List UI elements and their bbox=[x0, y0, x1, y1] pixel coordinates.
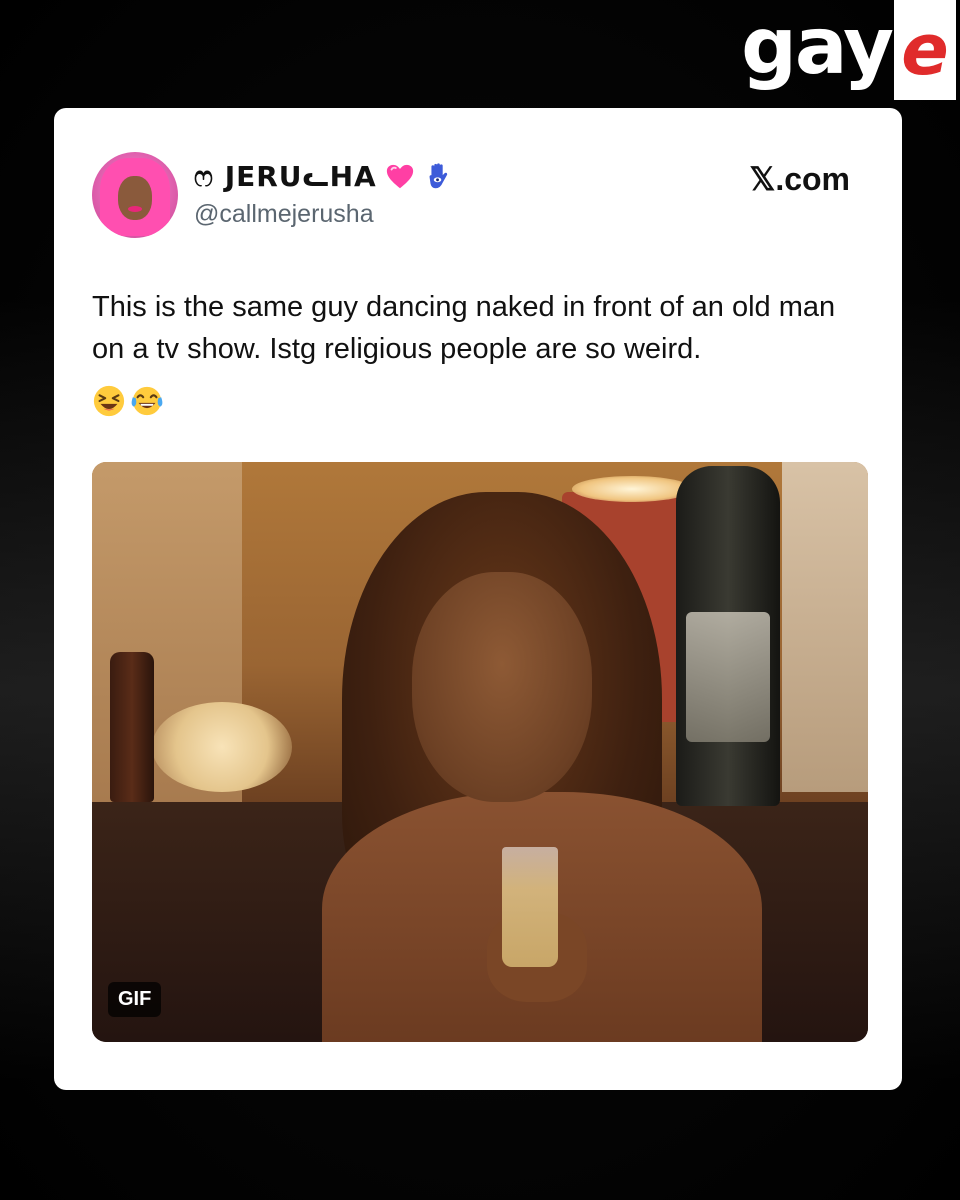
tweet-media-gif[interactable]: GIF bbox=[92, 462, 868, 1042]
media-person-face bbox=[412, 572, 592, 802]
display-name[interactable]: ෆ JERUᓚHA bbox=[194, 160, 377, 194]
avatar[interactable] bbox=[92, 152, 178, 238]
brand-logo-accent-box: e bbox=[894, 0, 956, 100]
media-ceiling-light bbox=[572, 476, 692, 502]
media-window bbox=[782, 462, 868, 792]
avatar-face bbox=[118, 176, 152, 220]
source-label: 𝕏.com bbox=[749, 161, 850, 197]
media-champagne-glass bbox=[502, 847, 558, 967]
post-image: gay e ෆ JERUᓚHA @callmejerusha 𝕏.com Thi… bbox=[0, 0, 960, 1200]
brand-logo-accent-letter: e bbox=[901, 9, 949, 91]
brand-logo: gay e bbox=[741, 0, 956, 100]
pink-heart-icon bbox=[386, 164, 413, 189]
author-handle[interactable]: @callmejerusha bbox=[194, 200, 374, 229]
author-name-row[interactable]: ෆ JERUᓚHA bbox=[194, 160, 453, 194]
hamsa-icon bbox=[429, 163, 447, 189]
laughing-squint-icon bbox=[93, 385, 125, 417]
emoji-row bbox=[92, 384, 164, 418]
avatar-lips bbox=[128, 206, 142, 212]
gif-badge: GIF bbox=[108, 982, 162, 1017]
media-bottle-label bbox=[686, 612, 770, 742]
media-small-bottle bbox=[110, 652, 154, 802]
tweet-card: ෆ JERUᓚHA @callmejerusha 𝕏.com This is t… bbox=[54, 108, 902, 1090]
brand-logo-text: gay bbox=[741, 2, 894, 92]
tears-of-joy-icon bbox=[131, 386, 163, 416]
tweet-text: This is the same guy dancing naked in fr… bbox=[92, 291, 836, 365]
media-flowers bbox=[152, 702, 292, 792]
